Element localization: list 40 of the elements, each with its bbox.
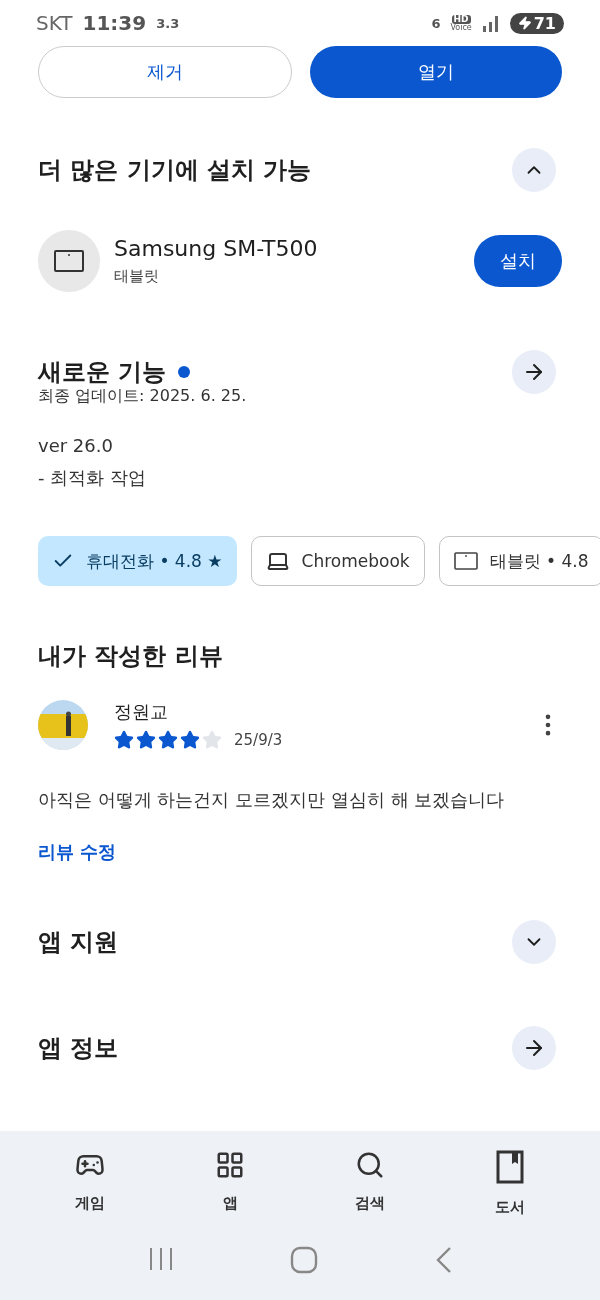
wifi-label: 6	[431, 15, 441, 31]
uninstall-button[interactable]: 제거	[38, 46, 292, 98]
signal-icon	[481, 14, 500, 32]
section-title: 내가 작성한 리뷰	[38, 641, 223, 672]
section-title: 새로운 기능	[38, 357, 167, 388]
nav-tab[interactable]: 앱	[180, 1149, 280, 1218]
carrier: SKT	[36, 11, 73, 35]
install-button[interactable]: 설치	[474, 235, 562, 287]
nav-tab[interactable]: 검색	[320, 1149, 420, 1218]
clock: 11:39	[82, 11, 147, 35]
reviewer-name: 정원교	[114, 700, 169, 724]
release-note: - 최적화 작업	[37, 466, 147, 490]
battery-indicator: 71	[509, 12, 564, 34]
grid-icon	[215, 1150, 245, 1180]
home-icon[interactable]	[290, 1246, 318, 1274]
release-note: ver 26.0	[37, 435, 114, 456]
section-title: 더 많은 기기에 설치 가능	[38, 155, 312, 186]
nav-tab[interactable]: 게임	[40, 1149, 140, 1218]
arrow-button[interactable]	[512, 350, 556, 394]
collapse-button[interactable]	[512, 148, 556, 192]
speed-reading: 3.3	[156, 15, 180, 31]
device-filter-chip[interactable]: 태블릿 • 4.8	[438, 536, 600, 586]
review-text: 아직은 어떻게 하는건지 모르겠지만 열심히 해 보겠습니다	[37, 788, 506, 812]
device-filter-chip[interactable]: Chromebook	[250, 536, 425, 586]
device-filter-chip[interactable]: 휴대전화 • 4.8 ★	[38, 536, 237, 586]
search-icon	[355, 1150, 385, 1180]
arrow-button[interactable]	[512, 1026, 556, 1070]
open-button[interactable]: 열기	[310, 46, 562, 98]
edit-review-link[interactable]: 리뷰 수정	[0, 840, 155, 864]
device-name: Samsung SM-T500	[114, 236, 319, 261]
section-title: 앱 정보	[38, 1033, 119, 1064]
nav-tab[interactable]: 도서	[460, 1149, 560, 1218]
back-icon[interactable]	[434, 1246, 452, 1274]
expand-button[interactable]	[512, 920, 556, 964]
device-type: 태블릿	[114, 267, 160, 286]
tablet-icon	[453, 552, 478, 570]
section-title: 앱 지원	[38, 927, 119, 958]
review-date: 25/9/3	[234, 731, 283, 749]
update-date: 최종 업데이트: 2025. 6. 25.	[37, 386, 248, 407]
book-icon	[496, 1150, 524, 1184]
